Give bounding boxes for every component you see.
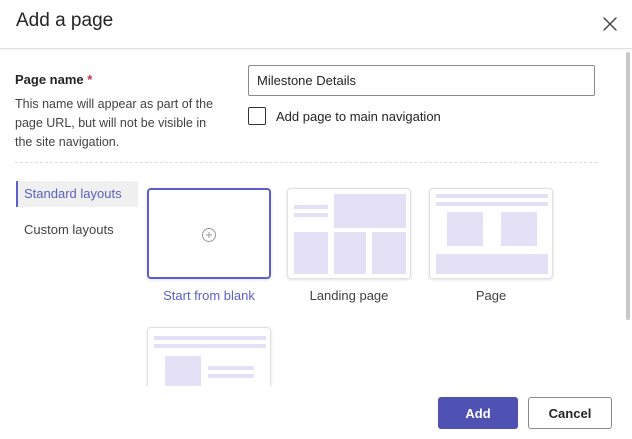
dialog-header: Add a page — [0, 0, 632, 49]
template-label-start-from-blank: Start from blank — [163, 288, 255, 303]
tab-standard-layouts[interactable]: Standard layouts — [16, 181, 138, 207]
plus-circle-icon — [202, 228, 216, 242]
dialog-title: Add a page — [16, 10, 114, 31]
page-name-label: Page name * — [15, 72, 92, 87]
checkbox-box[interactable] — [248, 107, 266, 125]
required-marker: * — [87, 72, 93, 87]
cancel-button[interactable]: Cancel — [528, 397, 612, 429]
close-button[interactable] — [600, 14, 620, 34]
page-name-input[interactable] — [248, 65, 595, 96]
scrollbar[interactable] — [626, 52, 630, 320]
template-page[interactable] — [429, 188, 553, 279]
add-to-nav-checkbox[interactable]: Add page to main navigation — [248, 106, 441, 126]
close-icon — [603, 17, 617, 31]
template-label-landing-page: Landing page — [309, 288, 389, 303]
template-landing-page[interactable] — [287, 188, 411, 279]
add-to-nav-label: Add page to main navigation — [276, 108, 441, 124]
divider — [15, 162, 597, 163]
template-label-page: Page — [475, 288, 507, 303]
tab-custom-layouts[interactable]: Custom layouts — [16, 217, 138, 243]
page-name-description: This name will appear as part of the pag… — [15, 97, 214, 149]
add-page-dialog: Add a page Page name * This name will ap… — [0, 0, 632, 439]
add-button[interactable]: Add — [438, 397, 518, 429]
page-name-label-text: Page name — [15, 72, 84, 87]
template-start-from-blank[interactable] — [147, 188, 271, 279]
